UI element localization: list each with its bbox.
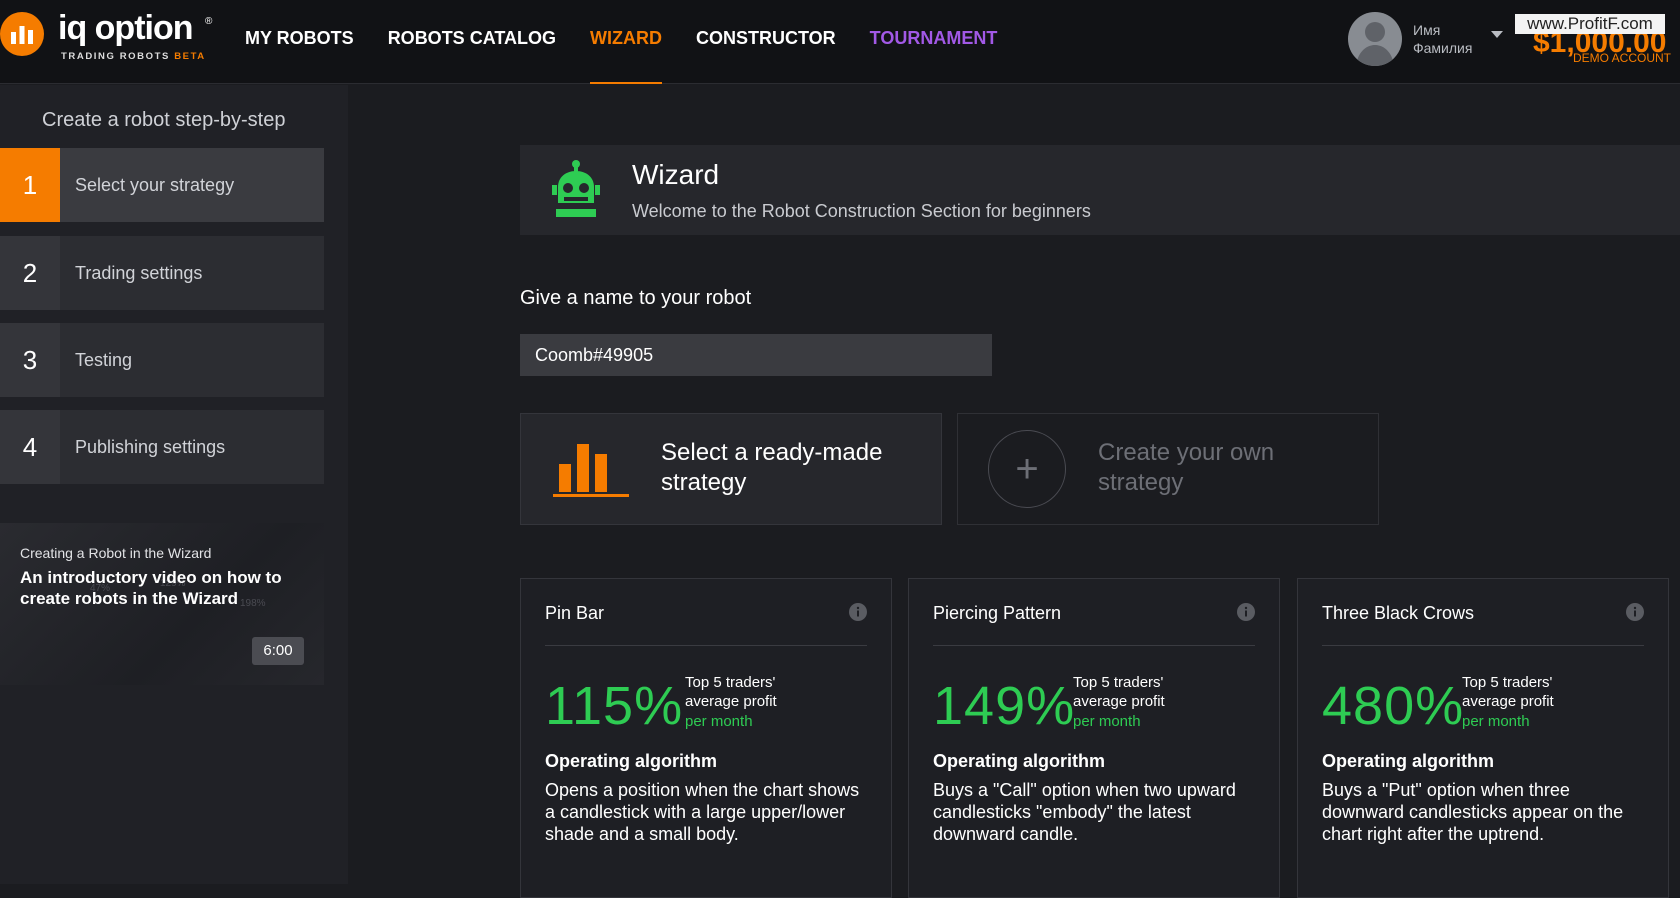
robot-name-label: Give a name to your robot [520,287,752,309]
nav-tournament[interactable]: TOURNAMENT [870,0,998,84]
wizard-title: Wizard [632,159,720,190]
create-own-strategy-button[interactable]: + Create your own strategy [957,413,1379,525]
algorithm-description: Buys a "Call" option when two upward can… [933,780,1236,844]
per-month-label: per month [685,713,753,730]
user-last-name[interactable]: Фамилия [1413,40,1472,56]
wizard-subtitle: Welcome to the Robot Construction Sectio… [632,201,1091,221]
create-own-strategy-label: Create your own strategy [1098,439,1275,496]
avg-profit-label-2: average profit [685,693,777,710]
nav-constructor[interactable]: CONSTRUCTOR [696,0,836,84]
algorithm-title: Operating algorithm [545,751,718,771]
select-ready-strategy-label: Select a ready-made strategy [661,439,883,496]
logo-bars-icon [11,26,33,44]
info-icon[interactable] [1237,603,1255,621]
select-ready-strategy-button[interactable]: Select a ready-made strategy [520,413,942,525]
wizard-banner: Wizard Welcome to the Robot Construction… [520,145,1680,235]
strategy-card-three-black-crows[interactable]: Three Black Crows 480% Top 5 traders' av… [1297,578,1669,898]
nav-my-robots[interactable]: MY ROBOTS [245,0,354,84]
avatar[interactable] [1348,12,1402,66]
algorithm-title: Operating algorithm [933,751,1106,771]
beta-badge: BETA [174,51,206,62]
info-icon[interactable] [849,603,867,621]
step-number: 2 [0,236,60,310]
profit-percent: 480% [1322,676,1465,736]
video-title: Creating a Robot in the Wizard [20,545,212,561]
intro-video-thumbnail[interactable]: 47% 129% 198% Creating a Robot in the Wi… [0,523,324,685]
avg-profit-label-2: average profit [1073,693,1165,710]
nav-robots-catalog[interactable]: ROBOTS CATALOG [388,0,556,84]
card-divider [545,645,867,646]
profit-percent: 115% [545,676,684,736]
per-month-label: per month [1073,713,1141,730]
user-silhouette-icon [1356,22,1394,66]
avg-profit-label-2: average profit [1462,693,1554,710]
avg-profit-label-1: Top 5 traders' [1462,674,1553,691]
sidebar: Create a robot step-by-step 1 Select you… [0,85,348,884]
step-number: 4 [0,410,60,484]
logo-subtitle-text: TRADING ROBOTS [61,51,170,62]
main-nav: MY ROBOTS ROBOTS CATALOG WIZARD CONSTRUC… [245,0,1031,84]
step-label: Publishing settings [75,437,226,457]
robot-name-input[interactable] [520,334,992,376]
top-header: iq option ® TRADING ROBOTS BETA MY ROBOT… [0,0,1680,84]
step-number: 1 [0,148,60,222]
step-label: Testing [75,350,133,370]
step-trading-settings[interactable]: 2 Trading settings [0,236,324,310]
strategy-card-piercing-pattern[interactable]: Piercing Pattern 149% Top 5 traders' ave… [908,578,1280,898]
video-description: An introductory video on how to create r… [20,568,282,608]
caret-down-icon[interactable] [1490,30,1504,40]
plus-icon: + [988,430,1066,508]
bar-chart-icon [553,444,629,497]
avg-profit-label-1: Top 5 traders' [685,674,776,691]
step-testing[interactable]: 3 Testing [0,323,324,397]
logo-subtitle: TRADING ROBOTS BETA [61,51,206,62]
logo-icon[interactable] [0,12,44,56]
video-duration-badge: 6:00 [252,637,304,665]
strategy-name: Piercing Pattern [933,603,1062,623]
strategy-name: Three Black Crows [1322,603,1475,623]
step-publishing-settings[interactable]: 4 Publishing settings [0,410,324,484]
card-divider [1322,645,1644,646]
profit-percent: 149% [933,676,1076,736]
watermark: www.ProfitF.com [1515,14,1665,34]
step-label: Trading settings [75,263,203,283]
user-first-name[interactable]: Имя [1413,22,1440,38]
nav-wizard[interactable]: WIZARD [590,0,662,84]
strategy-card-pin-bar[interactable]: Pin Bar 115% Top 5 traders' average prof… [520,578,892,898]
account-type-label[interactable]: DEMO ACCOUNT [1573,51,1671,65]
per-month-label: per month [1462,713,1530,730]
avg-profit-label-1: Top 5 traders' [1073,674,1164,691]
info-icon[interactable] [1626,603,1644,621]
step-select-strategy[interactable]: 1 Select your strategy [0,148,324,222]
step-label: Select your strategy [75,175,235,195]
algorithm-description: Opens a position when the chart shows a … [545,780,860,844]
algorithm-description: Buys a "Put" option when three downward … [1322,780,1624,844]
card-divider [933,645,1255,646]
robot-icon [552,160,600,217]
sidebar-title: Create a robot step-by-step [42,109,286,131]
logo-registered-mark: ® [205,16,213,27]
logo-text[interactable]: iq option [58,10,194,46]
step-number: 3 [0,323,60,397]
strategy-name: Pin Bar [545,603,605,623]
algorithm-title: Operating algorithm [1322,751,1495,771]
